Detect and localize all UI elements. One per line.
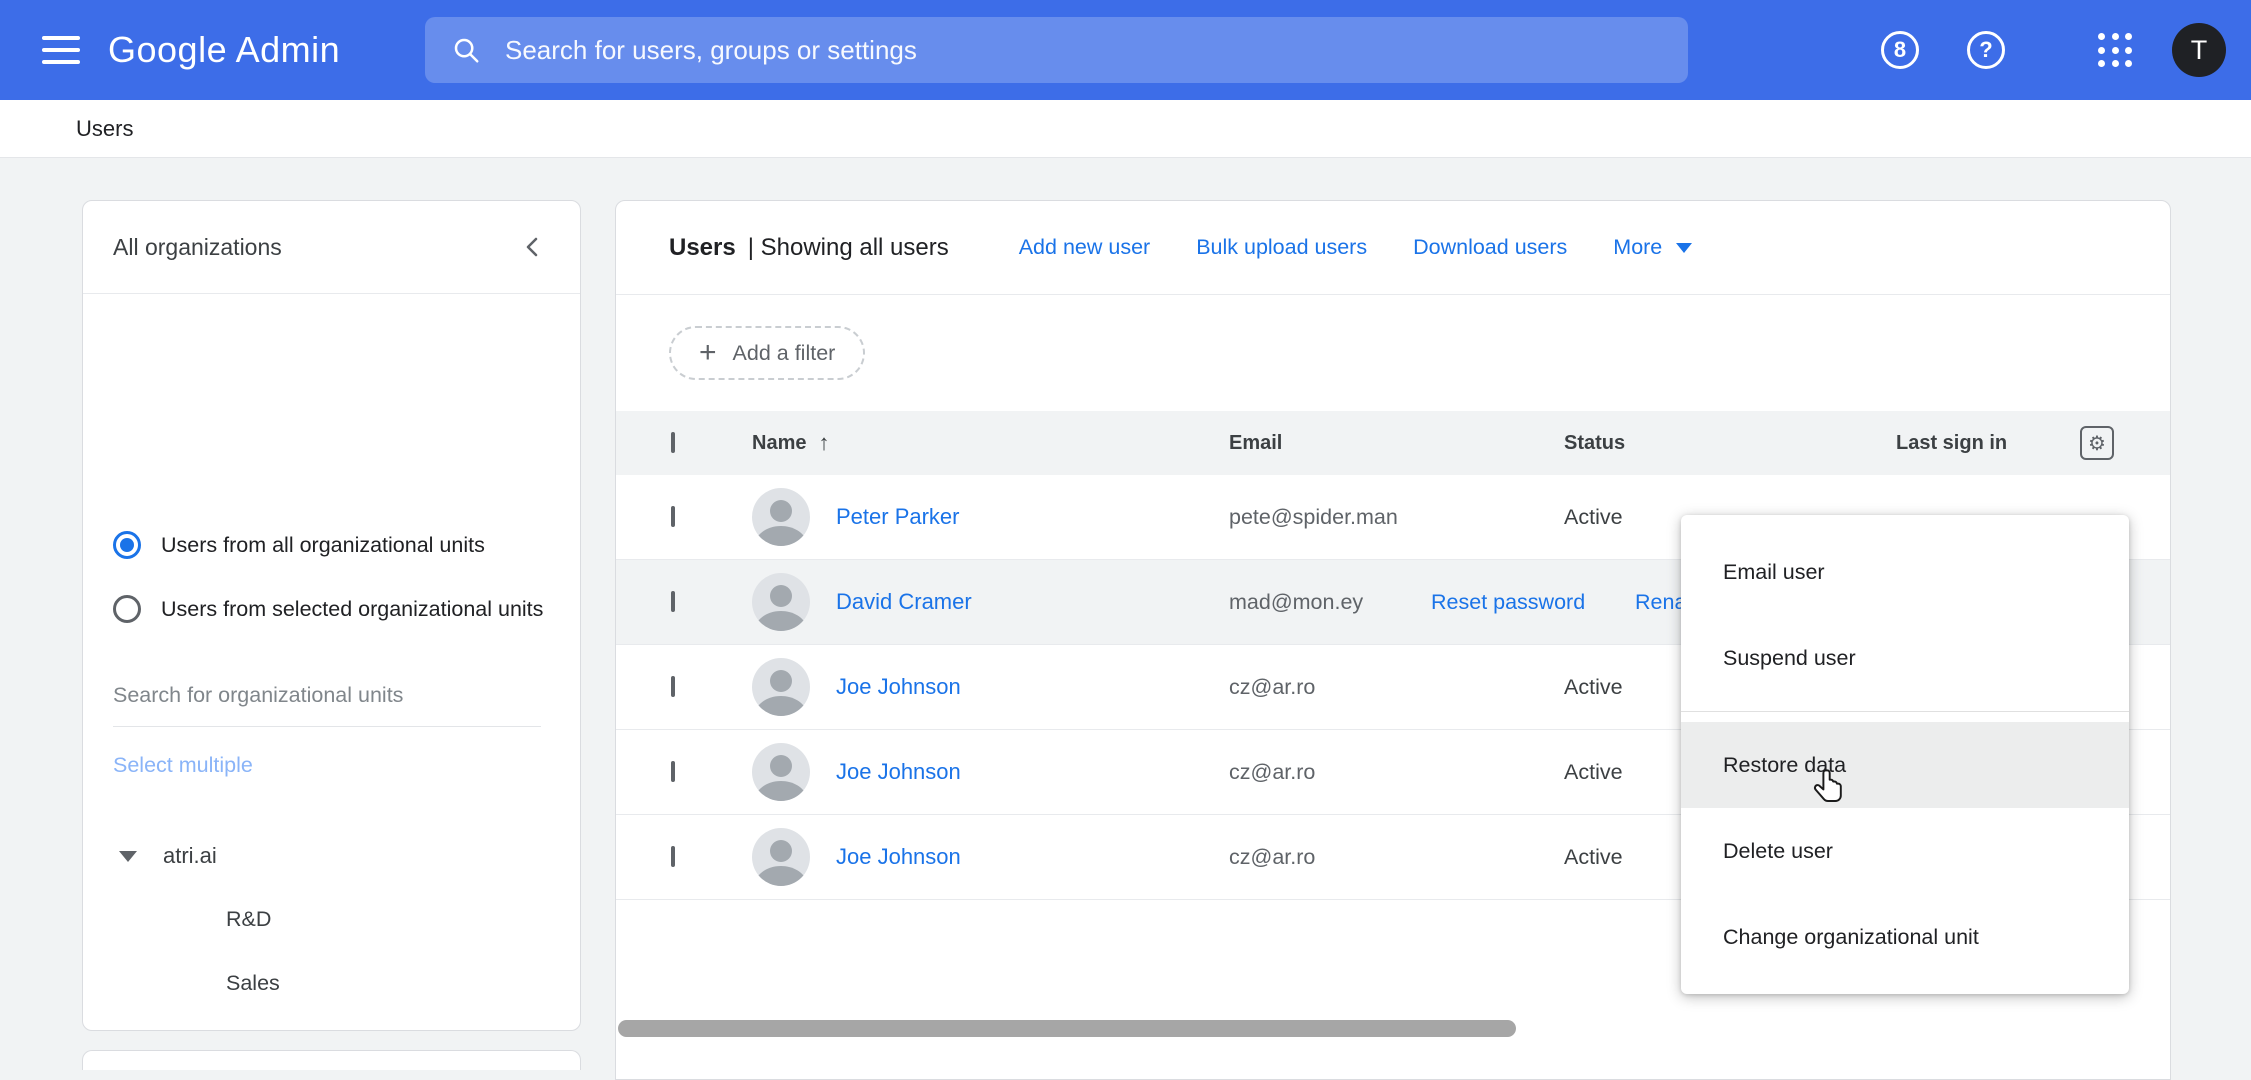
user-email: cz@ar.ro xyxy=(1229,845,1564,870)
help-icon[interactable]: ? xyxy=(1967,31,2005,69)
breadcrumb[interactable]: Users xyxy=(76,100,133,158)
menu-item-change-org-unit[interactable]: Change organizational unit xyxy=(1681,894,2129,980)
menu-item-delete-user[interactable]: Delete user xyxy=(1681,808,2129,894)
product-logo: Google Admin xyxy=(108,0,340,100)
ou-search-input[interactable] xyxy=(113,683,541,727)
radio-option-selected-org-units[interactable]: Users from selected organizational units xyxy=(113,595,543,623)
panel-title: All organizations xyxy=(113,234,282,261)
menu-item-email-user[interactable]: Email user xyxy=(1681,529,2129,615)
select-multiple-link[interactable]: Select multiple xyxy=(113,753,253,778)
apps-grid-icon[interactable] xyxy=(2098,33,2133,68)
radio-selected-icon[interactable] xyxy=(113,531,141,559)
person-icon xyxy=(752,743,810,801)
row-checkbox[interactable] xyxy=(671,761,675,782)
avatar xyxy=(752,573,810,631)
users-panel-header: Users | Showing all users Add new user B… xyxy=(616,201,2170,295)
menu-icon[interactable] xyxy=(40,28,86,72)
row-checkbox[interactable] xyxy=(671,846,675,867)
column-header-email[interactable]: Email xyxy=(1229,432,1564,455)
filter-row: Add a filter xyxy=(616,295,2170,411)
user-name-link[interactable]: David Cramer xyxy=(836,589,972,615)
user-name-link[interactable]: Joe Johnson xyxy=(836,844,961,870)
person-icon xyxy=(752,573,810,631)
user-name-link[interactable]: Joe Johnson xyxy=(836,759,961,785)
add-filter-button[interactable]: Add a filter xyxy=(669,326,865,380)
reset-password-link[interactable]: Reset password xyxy=(1431,560,1585,645)
row-checkbox[interactable] xyxy=(671,591,675,612)
tree-node-child[interactable]: Sales xyxy=(226,971,280,996)
bulk-upload-users-link[interactable]: Bulk upload users xyxy=(1196,235,1367,260)
organizations-panel-footer xyxy=(82,1050,581,1070)
tree-node-child[interactable]: R&D xyxy=(226,907,271,932)
organizations-panel-header: All organizations xyxy=(83,201,580,294)
users-actions: Add new user Bulk upload users Download … xyxy=(1019,235,1693,260)
global-search[interactable] xyxy=(425,17,1688,83)
tree-node-label: atri.ai xyxy=(163,843,217,869)
person-icon xyxy=(752,658,810,716)
notification-badge-icon[interactable]: 8 xyxy=(1881,31,1919,69)
plus-icon xyxy=(699,338,717,368)
collapse-panel-button[interactable] xyxy=(520,234,546,260)
user-name-link[interactable]: Joe Johnson xyxy=(836,674,961,700)
column-header-status[interactable]: Status xyxy=(1564,432,1896,455)
tree-node-root[interactable]: atri.ai xyxy=(113,843,217,869)
avatar xyxy=(752,828,810,886)
search-icon xyxy=(451,35,481,65)
menu-item-restore-data[interactable]: Restore data xyxy=(1681,722,2129,808)
horizontal-scrollbar-thumb[interactable] xyxy=(618,1020,1516,1037)
download-users-link[interactable]: Download users xyxy=(1413,235,1567,260)
manage-columns-icon[interactable] xyxy=(2080,426,2114,460)
avatar xyxy=(752,488,810,546)
caret-down-icon xyxy=(1676,243,1692,253)
user-context-menu: Email user Suspend user Restore data Del… xyxy=(1681,515,2129,994)
menu-divider xyxy=(1681,711,2129,712)
page-title: Users xyxy=(669,234,736,262)
add-new-user-link[interactable]: Add new user xyxy=(1019,235,1150,260)
sort-ascending-icon[interactable] xyxy=(818,430,829,456)
person-icon xyxy=(752,488,810,546)
breadcrumb-bar: Users xyxy=(0,100,2251,158)
user-email: cz@ar.ro xyxy=(1229,675,1564,700)
user-name-link[interactable]: Peter Parker xyxy=(836,504,960,530)
avatar xyxy=(752,658,810,716)
radio-option-all-org-units[interactable]: Users from all organizational units xyxy=(113,531,485,559)
column-header-name[interactable]: Name xyxy=(752,430,1229,456)
radio-unselected-icon[interactable] xyxy=(113,595,141,623)
user-avatar[interactable]: T xyxy=(2172,23,2226,77)
row-checkbox[interactable] xyxy=(671,506,675,527)
select-all-checkbox[interactable] xyxy=(671,432,675,453)
more-label: More xyxy=(1613,235,1662,260)
global-search-input[interactable] xyxy=(503,34,1668,67)
page-subtitle: | Showing all users xyxy=(748,234,949,262)
column-header-last-sign-in[interactable]: Last sign in xyxy=(1896,432,2080,455)
row-checkbox[interactable] xyxy=(671,676,675,697)
radio-option-label: Users from all organizational units xyxy=(161,533,485,558)
table-header: Name Email Status Last sign in xyxy=(616,411,2170,475)
person-icon xyxy=(752,828,810,886)
more-menu-button[interactable]: More xyxy=(1613,235,1692,260)
menu-item-suspend-user[interactable]: Suspend user xyxy=(1681,615,2129,701)
radio-option-label: Users from selected organizational units xyxy=(161,597,543,622)
caret-down-icon[interactable] xyxy=(119,851,137,862)
user-email: pete@spider.man xyxy=(1229,505,1564,530)
add-filter-label: Add a filter xyxy=(733,341,836,366)
organizations-panel: All organizations Users from all organiz… xyxy=(82,200,581,1031)
app-header: Google Admin 8 ? T xyxy=(0,0,2251,100)
user-email: cz@ar.ro xyxy=(1229,760,1564,785)
chevron-left-icon xyxy=(520,234,546,260)
avatar xyxy=(752,743,810,801)
